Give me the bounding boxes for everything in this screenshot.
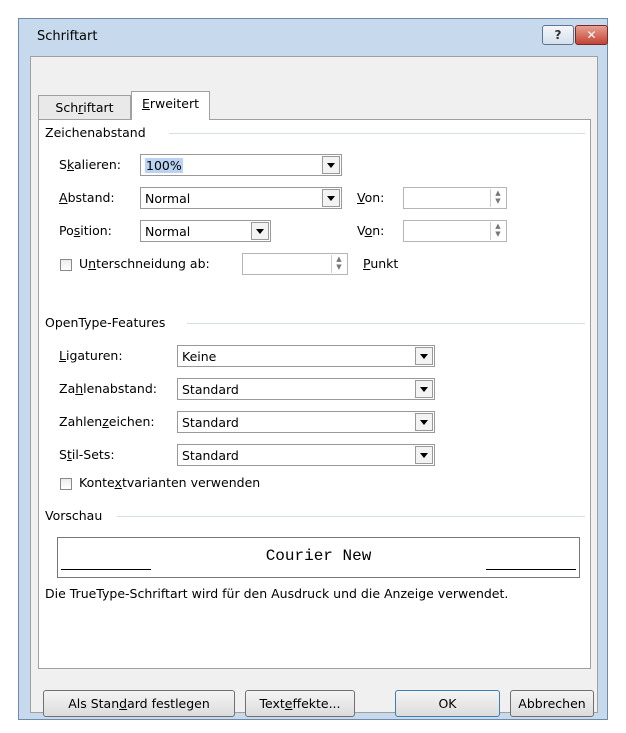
kerning-checkbox[interactable]: [60, 259, 72, 271]
spin-down-icon[interactable]: ▼: [491, 230, 505, 238]
kontextvarianten-label: Kontextvarianten verwenden: [79, 475, 261, 490]
title-bar[interactable]: Schriftart ? ✕: [19, 19, 608, 55]
spin-arrows[interactable]: ▲ ▼: [331, 255, 346, 273]
preview-baseline-right: [486, 569, 576, 570]
spin-up-icon[interactable]: ▲: [491, 189, 505, 197]
tab-panel-erweitert: Zeichenabstand Skalieren: 100% Abstand: …: [38, 119, 591, 669]
abstand-von-label: Von:: [357, 190, 385, 205]
position-label: Position:: [59, 223, 112, 238]
stilsets-value: Standard: [182, 448, 239, 463]
position-von-spinner[interactable]: ▲ ▼: [403, 220, 507, 242]
abstand-value: Normal: [145, 191, 191, 206]
preview-note: Die TrueType-Schriftart wird für den Aus…: [45, 586, 509, 601]
zahlenabstand-label: Zahlenabstand:: [59, 381, 157, 396]
preview-text: Courier New: [265, 547, 372, 565]
position-value: Normal: [145, 224, 191, 239]
spin-up-icon[interactable]: ▲: [332, 255, 346, 263]
kerning-label: Unterschneidung ab:: [79, 256, 210, 271]
spin-up-icon[interactable]: ▲: [491, 222, 505, 230]
group-divider: [117, 516, 585, 517]
abstand-label: Abstand:: [59, 190, 115, 205]
chevron-down-icon[interactable]: [251, 222, 269, 240]
group-zeichenabstand-label: Zeichenabstand: [45, 125, 146, 140]
dialog-client: Schriftart Erweitert Zeichenabstand Skal…: [30, 56, 598, 717]
tab-label: Sch: [55, 100, 79, 115]
text-effects-button[interactable]: Texteffekte...: [245, 690, 355, 717]
tab-schriftart[interactable]: Schriftart: [38, 95, 131, 119]
group-opentype-label: OpenType-Features: [45, 315, 166, 330]
chevron-down-icon[interactable]: [322, 156, 340, 174]
abstand-combobox[interactable]: Normal: [140, 187, 342, 209]
ligaturen-combobox[interactable]: Keine: [177, 345, 435, 367]
position-combobox[interactable]: Normal: [140, 220, 271, 242]
stilsets-label: Stil-Sets:: [59, 447, 115, 462]
spin-down-icon[interactable]: ▼: [491, 197, 505, 205]
zahlenabstand-value: Standard: [182, 382, 239, 397]
help-button[interactable]: ?: [542, 25, 574, 45]
group-vorschau-label: Vorschau: [45, 508, 103, 523]
cancel-button[interactable]: Abbrechen: [510, 690, 594, 717]
window-title: Schriftart: [37, 29, 98, 44]
zahlenzeichen-label: Zahlenzeichen:: [59, 414, 155, 429]
zahlenabstand-combobox[interactable]: Standard: [177, 378, 435, 400]
kontextvarianten-checkbox[interactable]: [60, 478, 72, 490]
ok-button[interactable]: OK: [395, 690, 500, 717]
zahlenzeichen-combobox[interactable]: Standard: [177, 411, 435, 433]
punkt-label: Punkt: [363, 256, 399, 271]
zahlenzeichen-value: Standard: [182, 415, 239, 430]
font-dialog-window: Schriftart ? ✕ Schriftart Erweitert Zeic…: [18, 18, 608, 720]
ligaturen-label: Ligaturen:: [59, 348, 123, 363]
chevron-down-icon[interactable]: [415, 413, 433, 431]
skalieren-value: 100%: [145, 158, 183, 173]
tab-label: rweitert: [149, 96, 200, 111]
chevron-down-icon[interactable]: [415, 380, 433, 398]
preview-baseline-left: [61, 569, 151, 570]
spin-arrows[interactable]: ▲ ▼: [490, 222, 505, 240]
chevron-down-icon[interactable]: [415, 446, 433, 464]
chevron-down-icon[interactable]: [415, 347, 433, 365]
spin-down-icon[interactable]: ▼: [332, 263, 346, 271]
tab-erweitert[interactable]: Erweitert: [131, 91, 210, 120]
group-divider: [169, 133, 585, 134]
abstand-von-spinner[interactable]: ▲ ▼: [403, 187, 507, 209]
close-button[interactable]: ✕: [575, 25, 608, 45]
group-divider: [187, 323, 585, 324]
ligaturen-value: Keine: [182, 349, 217, 364]
skalieren-combobox[interactable]: 100%: [140, 154, 342, 176]
chevron-down-icon[interactable]: [322, 189, 340, 207]
skalieren-label: Skalieren:: [59, 157, 121, 172]
set-as-default-button[interactable]: Als Standard festlegen: [43, 690, 235, 717]
spin-arrows[interactable]: ▲ ▼: [490, 189, 505, 207]
stilsets-combobox[interactable]: Standard: [177, 444, 435, 466]
tab-label: iftart: [83, 100, 114, 115]
tab-mnemonic: E: [141, 96, 150, 111]
kerning-spinner[interactable]: ▲ ▼: [242, 253, 348, 275]
font-preview-box: Courier New: [57, 537, 580, 578]
position-von-label: Von:: [357, 223, 385, 238]
